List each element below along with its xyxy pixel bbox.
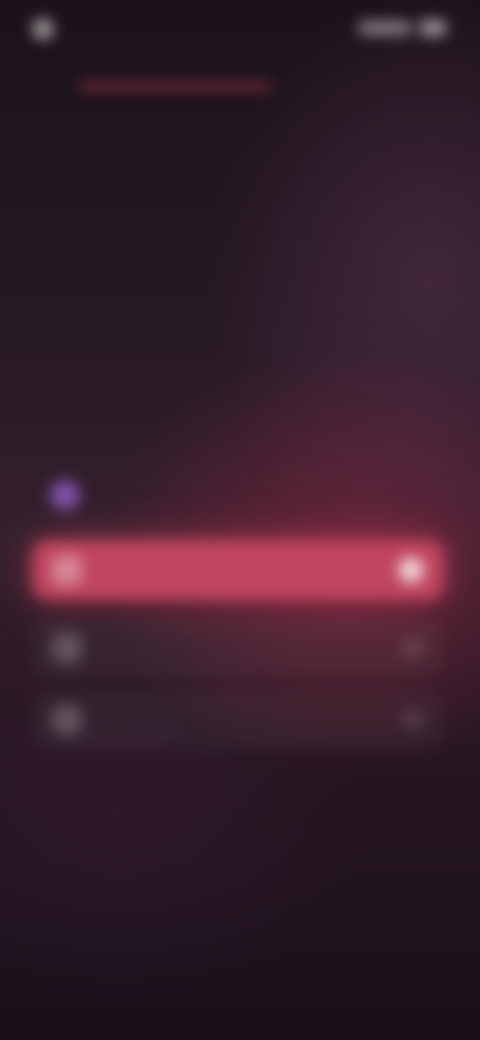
option-icon (52, 705, 82, 735)
check-icon (398, 557, 424, 583)
option-2[interactable] (32, 618, 444, 678)
battery-icon (420, 20, 446, 36)
status-left (32, 18, 104, 40)
signal-icon (358, 21, 412, 35)
option-3[interactable] (32, 690, 444, 750)
status-right (358, 20, 446, 36)
option-1-selected[interactable] (32, 540, 444, 600)
info-row (50, 478, 430, 512)
option-icon (52, 633, 82, 663)
chevron-right-icon (402, 639, 424, 657)
onboarding-screen (0, 0, 480, 1040)
blurred-content (0, 0, 480, 1040)
sparkle-icon (50, 480, 80, 510)
status-bar (0, 0, 480, 56)
progress-fill (80, 84, 270, 88)
onboarding-progress-bar (80, 84, 270, 88)
option-icon (52, 555, 82, 585)
clock-icon (32, 18, 54, 40)
chevron-right-icon (402, 711, 424, 729)
page-title (40, 262, 440, 388)
page-subtitle (90, 404, 390, 422)
